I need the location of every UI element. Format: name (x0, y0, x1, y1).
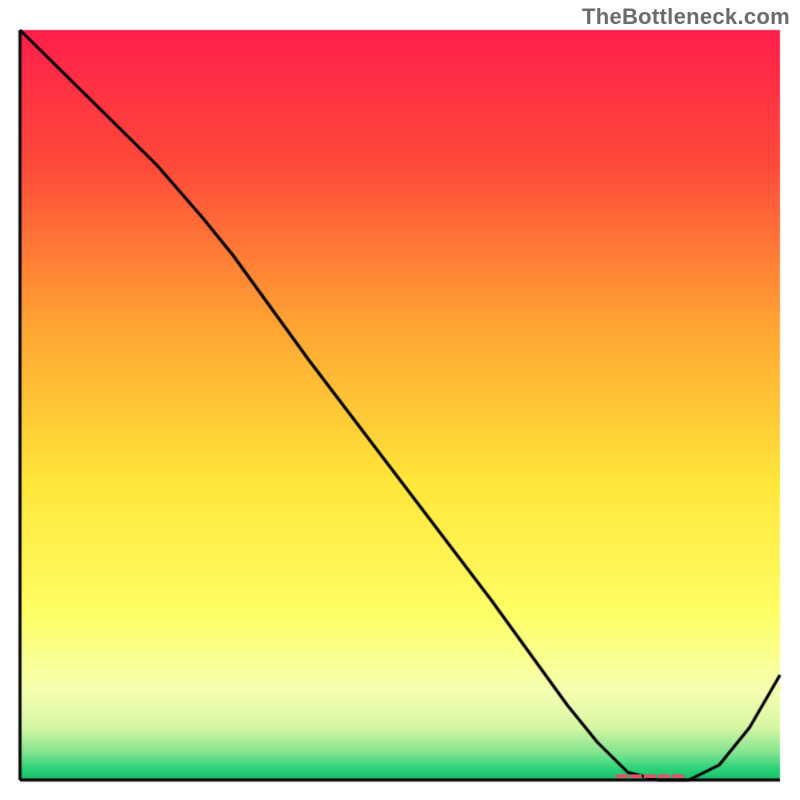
chart-container: TheBottleneck.com ▬▬▬▬▬ (0, 0, 800, 800)
bottleneck-chart-canvas (0, 0, 800, 800)
